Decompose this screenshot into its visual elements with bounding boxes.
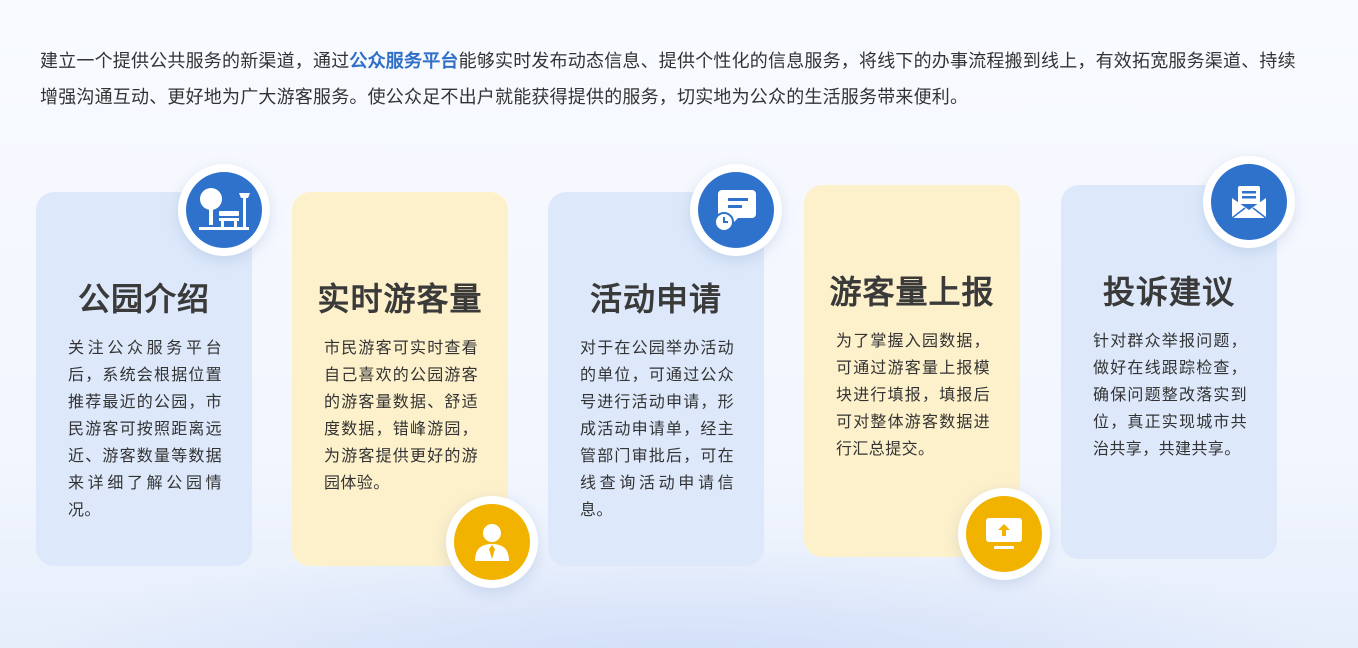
card-title: 投诉建议	[1102, 273, 1235, 311]
intro-text-before: 建立一个提供公共服务的新渠道，通过	[40, 51, 350, 72]
card-desc: 针对群众举报问题，做好在线跟踪检查，确保问题整改落实到位，真正实现城市共治共享，…	[1093, 331, 1247, 458]
mail-envelope-icon	[1203, 156, 1295, 248]
card-title: 实时游客量	[317, 280, 483, 318]
card-title: 活动申请	[589, 280, 722, 318]
card-desc: 市民游客可实时查看自己喜欢的公园游客的游客量数据、舒适度数据，错峰游园，为游客提…	[324, 338, 478, 492]
card-title: 公园介绍	[77, 280, 210, 318]
chat-clock-icon	[690, 164, 782, 256]
card-desc: 关注公众服务平台后，系统会根据位置推荐最近的公园，市民游客可按照距离远近、游客数…	[68, 338, 222, 519]
park-bench-icon	[178, 164, 270, 256]
user-person-icon	[446, 496, 538, 588]
card-title: 游客量上报	[829, 273, 995, 311]
card-desc: 对于在公园举办活动的单位，可通过公众号进行活动申请，形成活动申请单，经主管部门审…	[580, 338, 734, 519]
card-desc: 为了掌握入园数据，可通过游客量上报模块进行填报，填报后可对整体游客数据进行汇总提…	[836, 331, 990, 458]
intro-paragraph: 建立一个提供公共服务的新渠道，通过公众服务平台能够实时发布动态信息、提供个性化的…	[40, 44, 1310, 116]
upload-monitor-icon	[958, 488, 1050, 580]
intro-highlight: 公众服务平台	[349, 51, 459, 72]
